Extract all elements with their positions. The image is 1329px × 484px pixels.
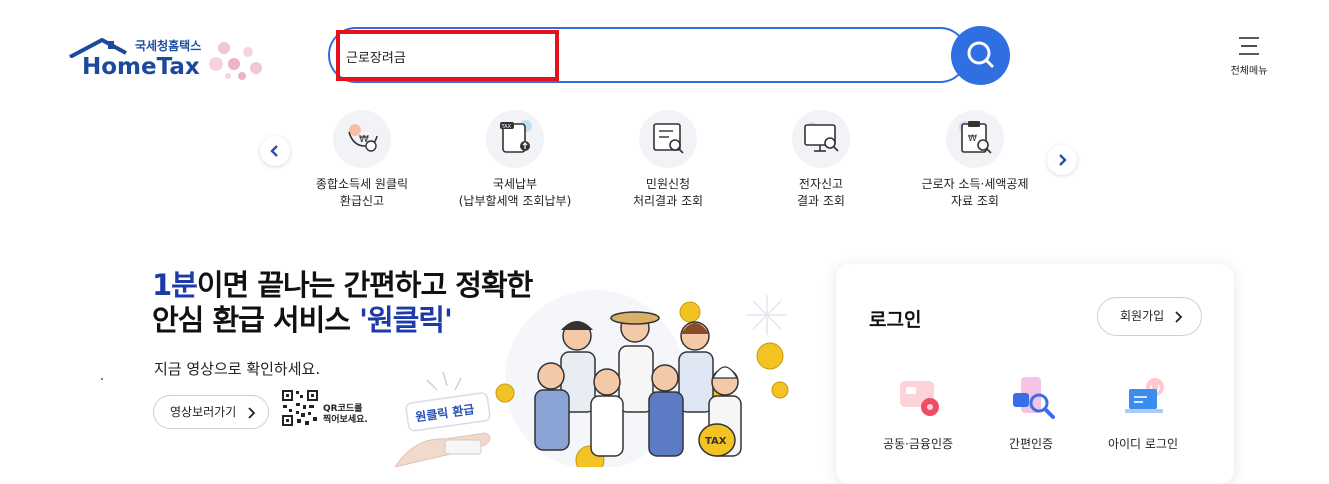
quick-item-line2: (납부할세액 조회납부) xyxy=(458,194,572,208)
login-option-id-login[interactable]: 아이디 로그인 xyxy=(1088,377,1198,457)
chevron-right-icon xyxy=(1059,154,1067,166)
login-option-label: 공동·금융인증 xyxy=(882,437,954,451)
quick-item-label: 민원신청 처리결과 조회 xyxy=(593,176,743,210)
watch-video-label: 영상보러가기 xyxy=(170,405,237,419)
sign-up-button[interactable]: 회원가입 xyxy=(1097,297,1202,336)
qr-code-icon xyxy=(281,389,319,427)
carousel-prev-button[interactable] xyxy=(260,136,290,166)
qr-caption: QR코드를 찍어보세요. xyxy=(323,404,368,426)
svg-text:TAX: TAX xyxy=(501,124,512,130)
cherry-blossom-icon xyxy=(209,42,262,80)
carousel-next-button[interactable] xyxy=(1047,145,1077,175)
qr-caption-line1: QR코드를 xyxy=(323,404,363,414)
chevron-right-icon xyxy=(248,407,256,419)
quick-item-line2: 환급신고 xyxy=(339,194,385,208)
headline-highlight: 1분 xyxy=(152,268,198,302)
search-button[interactable] xyxy=(951,26,1010,85)
tax-bag-label: TAX xyxy=(705,436,727,447)
quick-item-e-filing-result[interactable]: 전자신고 결과 조회 xyxy=(746,110,896,210)
chevron-right-icon xyxy=(1175,311,1183,323)
full-menu-label: 전체메뉴 xyxy=(1230,66,1268,77)
quick-item-line2: 결과 조회 xyxy=(797,194,845,208)
quick-item-label: 근로자 소득·세액공제 자료 조회 xyxy=(900,176,1050,210)
qr-caption-line2: 찍어보세요. xyxy=(323,415,368,425)
quick-item-label: 전자신고 결과 조회 xyxy=(746,176,896,210)
quick-item-line1: 전자신고 xyxy=(798,177,844,191)
search-highlight-box xyxy=(336,30,559,81)
refund-coin-icon: ₩ xyxy=(333,110,391,168)
quick-item-civil-petition[interactable]: 민원신청 처리결과 조회 xyxy=(593,110,743,210)
phone-search-icon xyxy=(1013,377,1055,419)
quick-item-line1: 민원신청 xyxy=(645,177,691,191)
quick-item-label: 국세납부 (납부할세액 조회납부) xyxy=(440,176,590,210)
chevron-left-icon xyxy=(270,145,278,157)
quick-item-line1: 종합소득세 원클릭 xyxy=(315,177,409,191)
logo-english-text: HomeTax xyxy=(82,54,200,80)
quick-item-one-click-refund[interactable]: ₩ 종합소득세 원클릭 환급신고 xyxy=(287,110,437,210)
monitor-search-icon xyxy=(792,110,850,168)
tax-payment-icon: TAX xyxy=(486,110,544,168)
banner-subline: 지금 영상으로 확인하세요. xyxy=(154,360,321,378)
hamburger-icon xyxy=(1239,37,1259,55)
headline-text-line2: 안심 환급 서비스 xyxy=(152,303,360,337)
hometax-logo[interactable]: 국세청홈택스 HomeTax xyxy=(68,34,273,84)
quick-item-line1: 국세납부 xyxy=(492,177,538,191)
login-option-label: 아이디 로그인 xyxy=(1107,437,1179,451)
certificate-card-icon xyxy=(900,381,939,416)
quick-item-line2: 자료 조회 xyxy=(951,194,999,208)
login-title: 로그인 xyxy=(869,309,922,331)
quick-item-line2: 처리결과 조회 xyxy=(632,194,704,208)
sign-up-label: 회원가입 xyxy=(1120,309,1165,323)
login-option-certificate[interactable]: 공동·금융인증 xyxy=(863,377,973,457)
decorative-dot xyxy=(101,378,103,380)
svg-text:₩: ₩ xyxy=(968,134,977,144)
quick-item-label: 종합소득세 원클릭 환급신고 xyxy=(287,176,437,210)
workers-illustration: TAX 원클릭 환급 xyxy=(394,290,789,467)
document-search-icon xyxy=(639,110,697,168)
full-menu-button[interactable]: 전체메뉴 xyxy=(1222,36,1276,80)
clipboard-search-icon: ₩ xyxy=(946,110,1004,168)
quick-item-worker-deduction[interactable]: ₩ 근로자 소득·세액공제 자료 조회 xyxy=(900,110,1050,210)
login-option-simple-auth[interactable]: 간편인증 xyxy=(976,377,1086,457)
login-option-label: 간편인증 xyxy=(1008,437,1054,451)
search-icon xyxy=(967,41,994,68)
watch-video-button[interactable]: 영상보러가기 xyxy=(153,395,269,429)
quick-item-tax-payment[interactable]: TAX 국세납부 (납부할세액 조회납부) xyxy=(440,110,590,210)
logo-korean-text: 국세청홈택스 xyxy=(135,39,202,53)
laptop-login-icon xyxy=(1125,378,1164,413)
quick-item-line1: 근로자 소득·세액공제 xyxy=(921,177,1029,191)
